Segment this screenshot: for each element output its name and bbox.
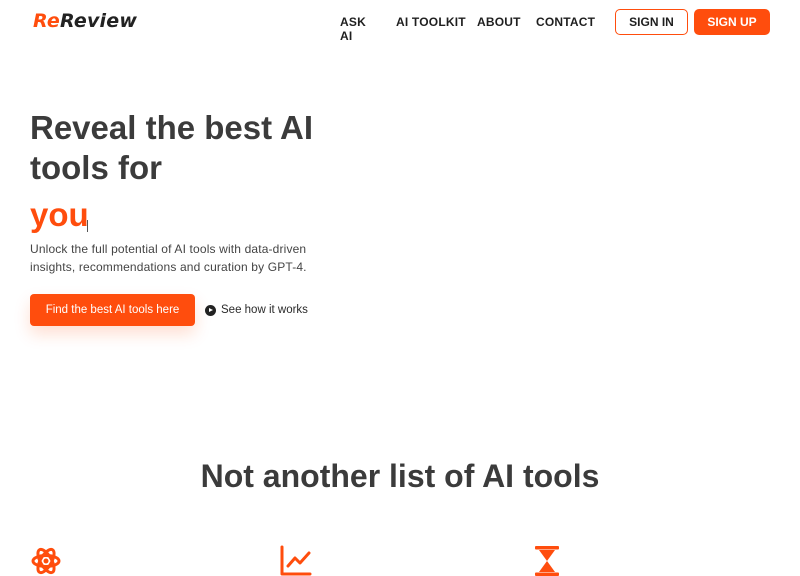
see-how-it-works-link[interactable]: See how it works [205,304,308,316]
site-header: ReReview ASK AI AI TOOLKIT ABOUT CONTACT… [0,0,800,44]
see-how-it-works-label: See how it works [221,304,308,316]
play-icon [205,304,216,316]
logo[interactable]: ReReview [33,10,137,32]
nav-item-contact[interactable]: CONTACT [536,15,595,29]
nav-item-ai-toolkit[interactable]: AI TOOLKIT [396,15,466,29]
sign-up-button[interactable]: SIGN UP [694,9,770,35]
hero-title: Reveal the best AI tools for [30,109,314,186]
hourglass-icon [535,546,559,576]
section-title: Not another list of AI tools [200,458,600,494]
typing-caret [87,220,88,232]
nav-item-ask-ai[interactable]: ASK AI [340,15,366,43]
logo-prefix: Re [33,10,60,32]
sign-in-button[interactable]: SIGN IN [615,9,688,35]
atom-icon [31,547,61,575]
hero-subtitle: Unlock the full potential of AI tools wi… [30,242,307,274]
find-tools-button[interactable]: Find the best AI tools here [30,294,195,326]
nav-item-about[interactable]: ABOUT [477,15,521,29]
hero-accent-word: you [30,196,89,233]
chart-line-icon [280,545,312,576]
logo-suffix: Review [59,10,138,32]
